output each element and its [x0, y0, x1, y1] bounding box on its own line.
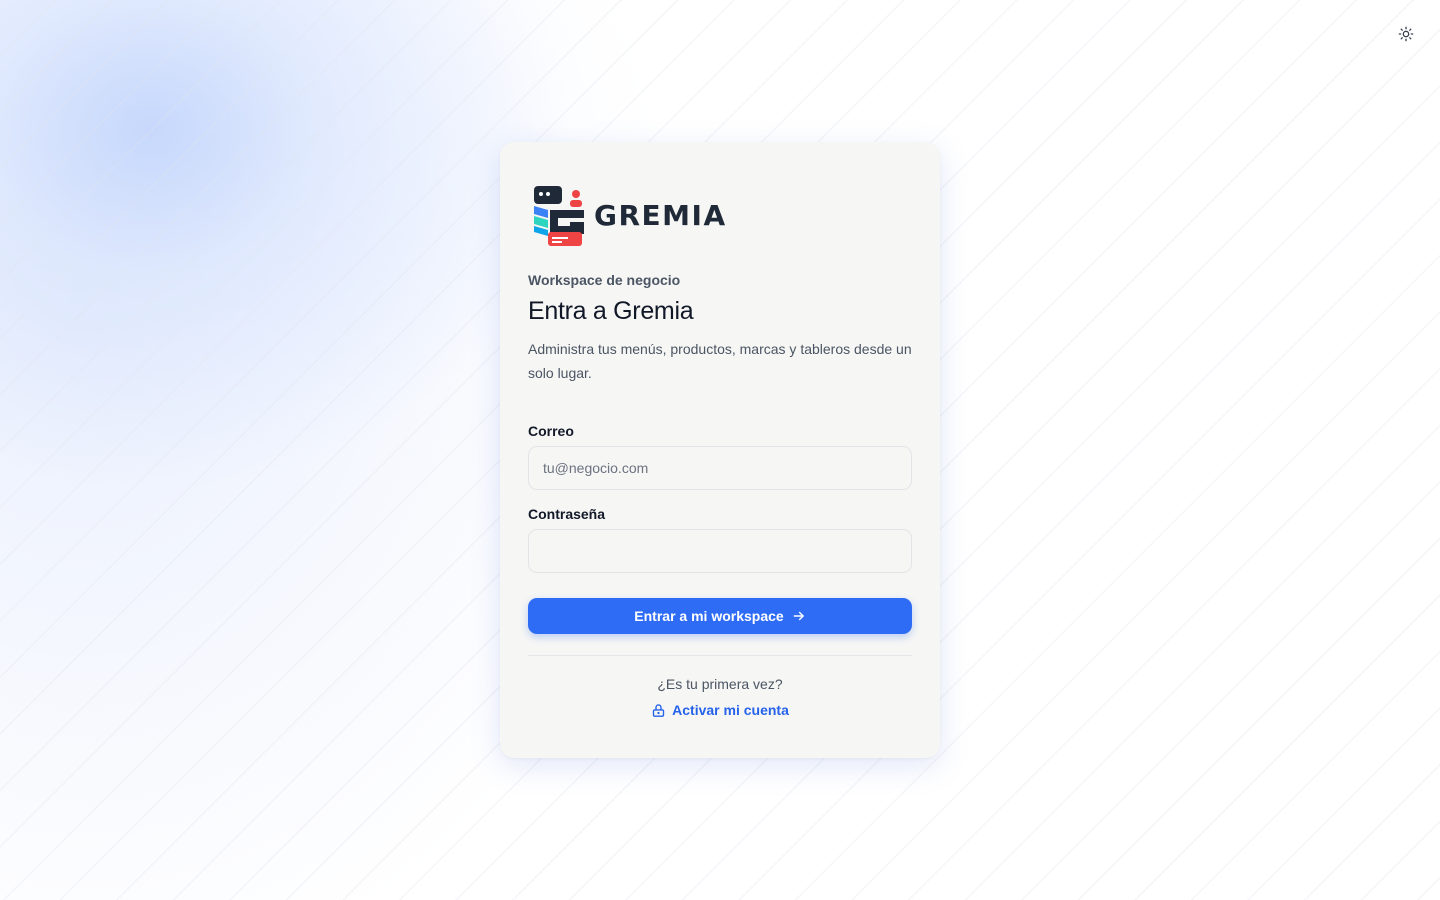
login-submit-button[interactable]: Entrar a mi workspace [528, 598, 912, 634]
email-label: Correo [528, 423, 574, 439]
first-time-text: ¿Es tu primera vez? [657, 676, 783, 692]
email-field[interactable] [528, 446, 912, 490]
page-subtitle: Administra tus menús, productos, marcas … [528, 341, 912, 381]
submit-label: Entrar a mi workspace [634, 608, 784, 624]
arrow-right-icon [792, 609, 806, 623]
brand-name: GREMIA [594, 198, 727, 232]
brand-logo: GREMIA [528, 182, 912, 248]
activate-account-link[interactable]: Activar mi cuenta [528, 702, 912, 718]
divider [528, 655, 912, 656]
login-card: GREMIA Workspace de negocio Entra a Grem… [500, 142, 940, 758]
lock-icon [651, 703, 666, 718]
theme-toggle-button[interactable] [1394, 22, 1418, 46]
page-title: Entra a Gremia [528, 297, 694, 325]
activate-label: Activar mi cuenta [672, 702, 789, 718]
gremia-logo-icon [528, 182, 586, 248]
eyebrow-label: Workspace de negocio [528, 272, 681, 288]
password-field[interactable] [528, 529, 912, 573]
password-label: Contraseña [528, 506, 606, 522]
sun-icon [1398, 26, 1414, 42]
